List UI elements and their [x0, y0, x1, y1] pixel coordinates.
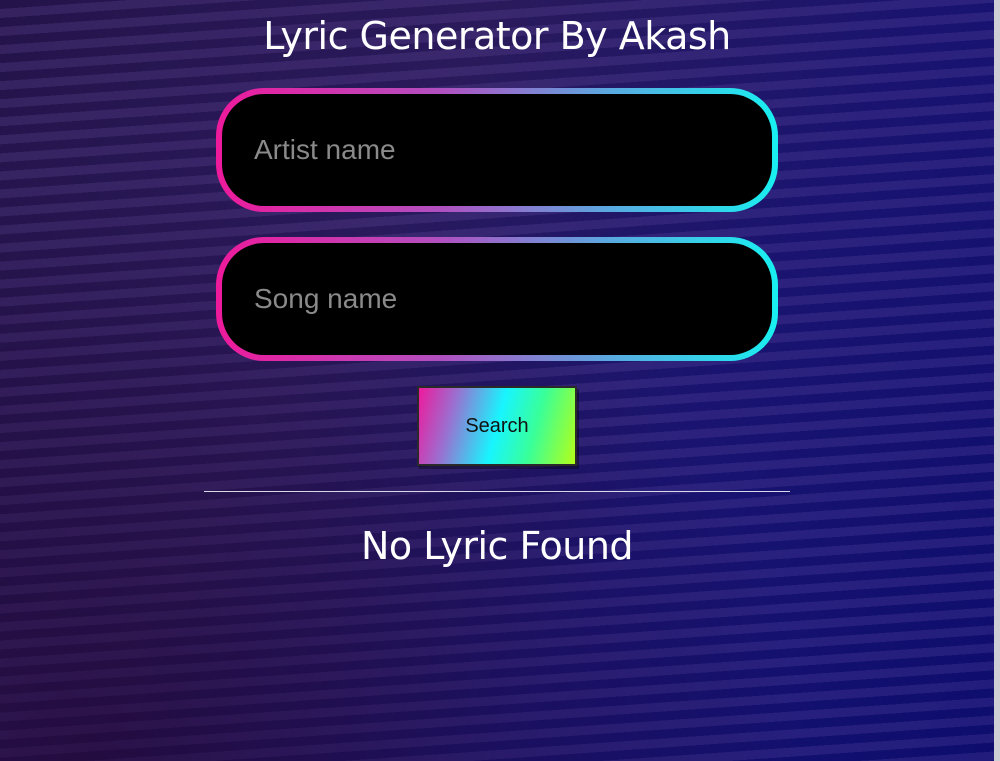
- song-name-input[interactable]: [222, 243, 772, 355]
- search-button[interactable]: Search: [417, 386, 577, 466]
- page-scrollbar[interactable]: [994, 0, 1000, 761]
- divider: [204, 491, 790, 492]
- song-field-frame: [216, 237, 778, 361]
- artist-name-input[interactable]: [222, 94, 772, 206]
- page-title: Lyric Generator By Akash: [263, 14, 731, 58]
- artist-field-frame: [216, 88, 778, 212]
- result-message: No Lyric Found: [360, 524, 634, 568]
- page-container: Lyric Generator By Akash Search No Lyric…: [0, 0, 994, 761]
